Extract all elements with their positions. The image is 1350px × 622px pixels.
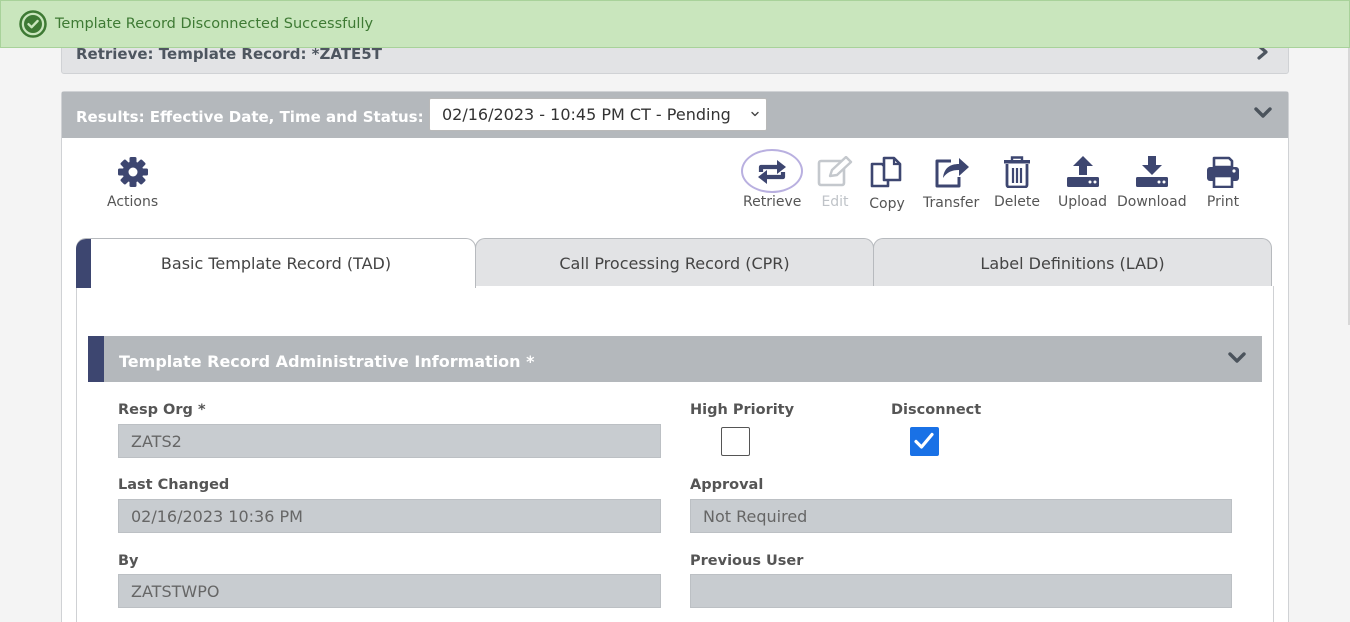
disconnect-label: Disconnect bbox=[891, 402, 982, 418]
upload-icon bbox=[1066, 156, 1099, 187]
section-title: Template Record Administrative Informati… bbox=[119, 352, 535, 371]
actions-label: Actions bbox=[107, 194, 159, 210]
tab-label-definitions[interactable]: Label Definitions (LAD) bbox=[873, 238, 1272, 287]
upload-button[interactable]: Upload bbox=[1058, 155, 1107, 210]
retrieve-label: Retrieve bbox=[743, 194, 802, 210]
delete-button[interactable]: Delete bbox=[994, 156, 1040, 210]
transfer-button[interactable]: Transfer bbox=[923, 155, 979, 211]
edit-button[interactable]: Edit bbox=[816, 156, 854, 210]
copy-button[interactable]: Copy bbox=[868, 156, 906, 212]
selected-date: 02/16/2023 - 10:45 PM CT - Pending bbox=[442, 105, 731, 124]
copy-label: Copy bbox=[869, 196, 905, 212]
printer-icon bbox=[1207, 156, 1239, 188]
tab-call-processing-record[interactable]: Call Processing Record (CPR) bbox=[475, 238, 874, 287]
results-label: Results: Effective Date, Time and Status… bbox=[76, 108, 424, 126]
tab-label: Call Processing Record (CPR) bbox=[559, 253, 790, 273]
share-icon bbox=[935, 158, 970, 188]
toast-message: Template Record Disconnected Successfull… bbox=[55, 16, 374, 32]
admin-info-section-header[interactable]: Template Record Administrative Informati… bbox=[88, 336, 1262, 382]
resp-org-field: ZATS2 bbox=[118, 424, 661, 458]
retrieve-icon bbox=[758, 160, 787, 184]
edit-label: Edit bbox=[821, 194, 849, 210]
by-label: By bbox=[118, 553, 139, 569]
download-label: Download bbox=[1117, 194, 1187, 210]
success-toast: Template Record Disconnected Successfull… bbox=[0, 0, 1350, 48]
print-button[interactable]: Print bbox=[1205, 156, 1241, 210]
tab-label: Label Definitions (LAD) bbox=[980, 253, 1165, 273]
resp-org-value: ZATS2 bbox=[131, 431, 182, 451]
print-label: Print bbox=[1206, 194, 1240, 210]
approval-label: Approval bbox=[690, 477, 764, 493]
high-priority-checkbox[interactable] bbox=[721, 427, 750, 456]
tab-basic-template-record[interactable]: Basic Template Record (TAD) bbox=[76, 238, 476, 288]
gear-icon bbox=[117, 157, 148, 187]
results-header: Results: Effective Date, Time and Status… bbox=[62, 92, 1288, 138]
high-priority-label: High Priority bbox=[690, 402, 795, 418]
previous-user-label: Previous User bbox=[690, 553, 804, 569]
last-changed-label: Last Changed bbox=[118, 477, 230, 493]
trash-icon bbox=[1004, 156, 1030, 188]
chevron-down-icon[interactable] bbox=[1254, 106, 1272, 120]
chevron-down-icon[interactable] bbox=[1228, 351, 1246, 365]
edit-icon bbox=[817, 156, 853, 187]
download-button[interactable]: Download bbox=[1117, 155, 1187, 210]
download-icon bbox=[1135, 156, 1168, 187]
previous-user-field bbox=[690, 574, 1232, 608]
results-panel: Results: Effective Date, Time and Status… bbox=[61, 91, 1289, 622]
by-field: ZATSTWPO bbox=[118, 574, 661, 608]
last-changed-field: 02/16/2023 10:36 PM bbox=[118, 499, 661, 533]
effective-date-select[interactable]: 02/16/2023 - 10:45 PM CT - Pending bbox=[429, 98, 767, 131]
copy-icon bbox=[870, 156, 902, 188]
retrieve-button[interactable]: Retrieve bbox=[743, 156, 801, 210]
resp-org-label: Resp Org * bbox=[118, 402, 206, 418]
approval-field: Not Required bbox=[690, 499, 1232, 533]
transfer-label: Transfer bbox=[923, 195, 980, 211]
upload-label: Upload bbox=[1058, 194, 1108, 210]
disconnect-checkbox[interactable] bbox=[910, 427, 939, 456]
tab-label: Basic Template Record (TAD) bbox=[160, 254, 392, 273]
chevron-down-icon bbox=[751, 111, 759, 117]
delete-label: Delete bbox=[994, 194, 1040, 210]
actions-button[interactable]: Actions bbox=[107, 156, 158, 210]
last-changed-value: 02/16/2023 10:36 PM bbox=[131, 506, 303, 526]
checkmark-icon bbox=[914, 432, 934, 449]
by-value: ZATSTWPO bbox=[131, 581, 220, 601]
approval-value: Not Required bbox=[703, 506, 808, 526]
check-circle-icon bbox=[19, 10, 47, 38]
